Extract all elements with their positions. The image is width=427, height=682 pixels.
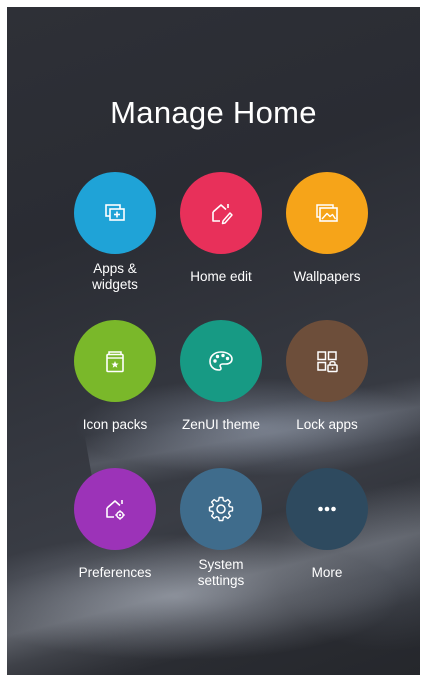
- wallpapers-icon: [316, 204, 338, 222]
- home-edit-circle: [180, 172, 262, 254]
- zenui-theme-button[interactable]: ZenUI theme: [168, 320, 274, 450]
- preferences-circle: [74, 468, 156, 550]
- system-settings-button[interactable]: System settings: [168, 468, 274, 598]
- preferences-icon: [106, 500, 125, 520]
- wallpapers-label: Wallpapers: [293, 269, 361, 284]
- lock-apps-button[interactable]: Lock apps: [274, 320, 380, 450]
- preferences-label: Preferences: [78, 565, 152, 580]
- more-icon: [318, 506, 336, 512]
- apps-widgets-circle: [74, 172, 156, 254]
- system-settings-circle: [180, 468, 262, 550]
- system-settings-label: System settings: [197, 557, 245, 588]
- wallpapers-circle: [286, 172, 368, 254]
- icon-packs-icon: [106, 351, 124, 373]
- apps-widgets-button[interactable]: Apps & widgets: [62, 172, 168, 302]
- zenui-theme-label: ZenUI theme: [181, 417, 261, 432]
- apps-widgets-label: Apps & widgets: [92, 261, 138, 292]
- manage-home-screen: Manage Home Apps & widgets Home edit Wal…: [7, 7, 420, 675]
- gear-icon: [208, 496, 234, 522]
- lock-apps-circle: [286, 320, 368, 402]
- home-edit-button[interactable]: Home edit: [168, 172, 274, 302]
- more-circle: [286, 468, 368, 550]
- icon-packs-button[interactable]: Icon packs: [62, 320, 168, 450]
- zenui-theme-circle: [180, 320, 262, 402]
- lock-apps-icon: [317, 351, 338, 373]
- icon-packs-label: Icon packs: [82, 417, 148, 432]
- icon-packs-circle: [74, 320, 156, 402]
- more-button[interactable]: More: [274, 468, 380, 598]
- home-edit-label: Home edit: [190, 269, 252, 284]
- lock-apps-label: Lock apps: [296, 417, 358, 432]
- page-title: Manage Home: [110, 95, 317, 130]
- more-label: More: [311, 565, 343, 580]
- preferences-button[interactable]: Preferences: [62, 468, 168, 598]
- wallpapers-button[interactable]: Wallpapers: [274, 172, 380, 302]
- apps-widgets-icon: [105, 204, 125, 221]
- palette-icon: [209, 351, 233, 371]
- home-edit-icon: [212, 204, 233, 225]
